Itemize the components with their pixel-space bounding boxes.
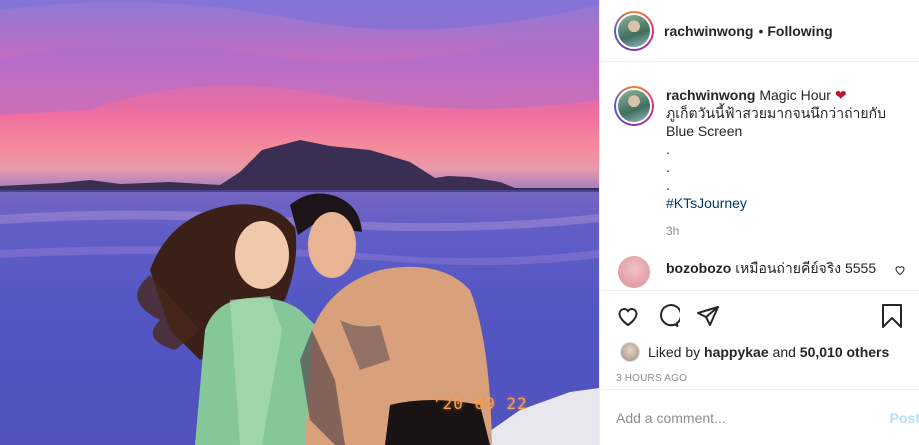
heart-icon[interactable] xyxy=(616,304,640,328)
caption-username[interactable]: rachwinwong xyxy=(666,87,755,103)
caption-title: Magic Hour xyxy=(759,87,831,103)
following-button[interactable]: Following xyxy=(767,23,832,39)
caption-text: rachwinwong Magic Hour ❤ ภูเก็ตวันนี้ฟ้า… xyxy=(666,86,906,212)
comment-text: bozobozo เหมือนถ่ายคีย์จริง 5555 xyxy=(666,258,876,280)
add-comment-input[interactable]: Add a comment... xyxy=(616,410,726,426)
separator-dot: • xyxy=(758,22,764,39)
share-icon[interactable] xyxy=(696,304,720,328)
comments-area[interactable]: rachwinwong Magic Hour ❤ ภูเก็ตวันนี้ฟ้า… xyxy=(600,63,919,290)
photo-scene xyxy=(0,0,599,445)
comment-body: เหมือนถ่ายคีย์จริง 5555 xyxy=(735,260,877,276)
commenter-username[interactable]: bozobozo xyxy=(666,260,731,276)
commenter-avatar[interactable] xyxy=(618,256,650,288)
caption-dot: . xyxy=(666,141,670,157)
caption-avatar[interactable] xyxy=(614,86,654,126)
author-avatar[interactable] xyxy=(614,10,654,51)
post-side-panel: rachwinwong • Following rachwinwong Magi… xyxy=(599,0,919,445)
date-stamp: '20 09 22 xyxy=(432,394,528,413)
caption-dot: . xyxy=(666,159,670,175)
likes-summary: Liked by happykae and 50,010 others xyxy=(600,342,919,362)
hashtag-link[interactable]: #KTsJourney xyxy=(666,194,906,212)
post-photo[interactable]: '20 09 22 xyxy=(0,0,599,445)
comment-like-icon[interactable] xyxy=(894,264,906,279)
post-actions: Liked by happykae and 50,010 others 3 HO… xyxy=(600,290,919,445)
likes-and: and xyxy=(772,344,796,360)
heart-emoji: ❤ xyxy=(834,87,847,103)
post-comment-button[interactable]: Post xyxy=(890,410,919,426)
add-comment-bar: Add a comment... Post xyxy=(600,389,919,445)
caption-dot: . xyxy=(666,177,670,193)
caption-line-2: ภูเก็ตวันนี้ฟ้าสวยมากจนนึกว่าถ่ายกับ Blu… xyxy=(666,105,886,139)
likes-count[interactable]: 50,010 others xyxy=(800,344,890,360)
comment-icon[interactable] xyxy=(656,304,680,328)
liker-username[interactable]: happykae xyxy=(704,344,769,360)
action-icons xyxy=(600,291,919,341)
post-header: rachwinwong • Following xyxy=(600,0,919,62)
caption-time[interactable]: 3h xyxy=(666,224,919,238)
caption: rachwinwong Magic Hour ❤ ภูเก็ตวันนี้ฟ้า… xyxy=(614,63,919,212)
posted-time[interactable]: 3 HOURS AGO xyxy=(600,373,919,384)
liker-avatar[interactable] xyxy=(620,342,640,362)
bookmark-icon[interactable] xyxy=(880,303,904,329)
author-username[interactable]: rachwinwong xyxy=(664,23,753,39)
likes-prefix: Liked by xyxy=(648,344,701,360)
comment-item: bozobozo เหมือนถ่ายคีย์จริง 5555 xyxy=(614,256,919,288)
